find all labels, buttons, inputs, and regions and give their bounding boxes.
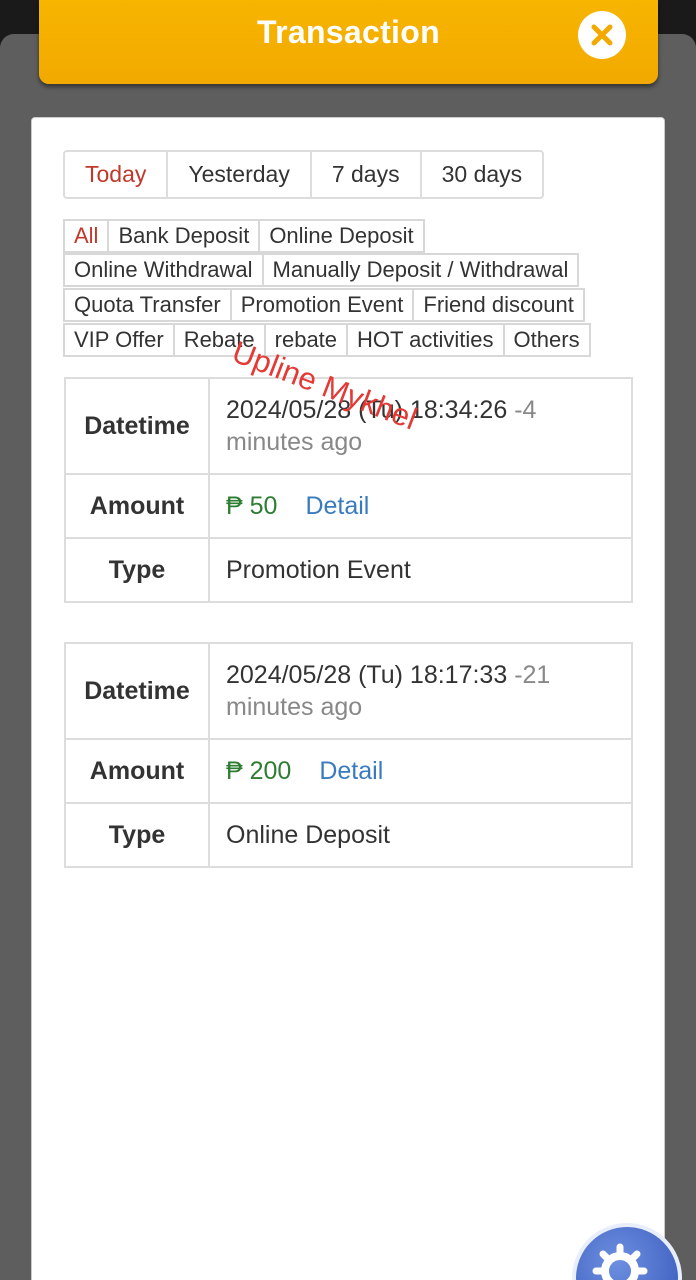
datetime-text: 2024/05/28 (Tu) 18:34:26 — [226, 396, 508, 424]
modal-header: Transaction — [39, 0, 658, 84]
datetime-label: Datetime — [64, 377, 210, 475]
filter-quota-transfer[interactable]: Quota Transfer — [63, 288, 232, 322]
modal-title: Transaction — [257, 14, 440, 50]
amount-label: Amount — [64, 738, 210, 804]
filter-online-deposit[interactable]: Online Deposit — [258, 219, 425, 253]
type-filter-row-2: Online Withdrawal Manually Deposit / Wit… — [63, 253, 580, 287]
filter-promotion-event[interactable]: Promotion Event — [229, 288, 415, 322]
amount-label: Amount — [64, 473, 210, 539]
transaction-record: Datetime 2024/05/28 (Tu) 18:17:33 -21 mi… — [64, 642, 633, 868]
type-label: Type — [64, 537, 210, 603]
filter-vip-offer[interactable]: VIP Offer — [63, 323, 175, 357]
datetime-label: Datetime — [64, 642, 210, 740]
type-value: Online Deposit — [208, 802, 633, 868]
filter-friend-discount[interactable]: Friend discount — [412, 288, 585, 322]
type-filter-row-3: Quota Transfer Promotion Event Friend di… — [63, 288, 585, 322]
detail-link[interactable]: Detail — [319, 757, 383, 785]
filter-manually-deposit-withdrawal[interactable]: Manually Deposit / Withdrawal — [261, 253, 580, 287]
type-filter-row-4: VIP Offer Rebate rebate HOT activities O… — [63, 323, 591, 357]
filter-bank-deposit[interactable]: Bank Deposit — [107, 219, 261, 253]
close-icon — [591, 24, 613, 46]
datetime-text: 2024/05/28 (Tu) 18:17:33 — [226, 661, 508, 689]
table-row: Datetime 2024/05/28 (Tu) 18:17:33 -21 mi… — [64, 642, 633, 740]
transaction-panel: Today Yesterday 7 days 30 days All Bank … — [31, 117, 665, 1280]
amount-value: ₱ 200 — [226, 757, 292, 785]
table-row: Type Online Deposit — [64, 802, 633, 868]
table-row: Amount ₱ 200 Detail — [64, 738, 633, 804]
datetime-value: 2024/05/28 (Tu) 18:34:26 -4 minutes ago — [208, 377, 633, 475]
amount-cell: ₱ 50 Detail — [208, 473, 633, 539]
close-button[interactable] — [578, 11, 626, 59]
amount-cell: ₱ 200 Detail — [208, 738, 633, 804]
gear-icon — [592, 1243, 648, 1280]
type-filter-row-1: All Bank Deposit Online Deposit — [63, 219, 425, 253]
filter-others[interactable]: Others — [502, 323, 591, 357]
filter-rebate[interactable]: Rebate — [172, 323, 266, 357]
datetime-value: 2024/05/28 (Tu) 18:17:33 -21 minutes ago — [208, 642, 633, 740]
type-label: Type — [64, 802, 210, 868]
table-row: Type Promotion Event — [64, 537, 633, 603]
filter-hot-activities[interactable]: HOT activities — [346, 323, 505, 357]
tab-today[interactable]: Today — [65, 152, 166, 197]
type-value: Promotion Event — [208, 537, 633, 603]
filter-all[interactable]: All — [63, 219, 110, 253]
table-row: Amount ₱ 50 Detail — [64, 473, 633, 539]
tab-yesterday[interactable]: Yesterday — [166, 152, 309, 197]
table-row: Datetime 2024/05/28 (Tu) 18:34:26 -4 min… — [64, 377, 633, 475]
date-range-tabs: Today Yesterday 7 days 30 days — [63, 150, 545, 199]
filter-rebate-lower[interactable]: rebate — [263, 323, 349, 357]
detail-link[interactable]: Detail — [305, 492, 369, 520]
amount-value: ₱ 50 — [226, 492, 278, 520]
filter-online-withdrawal[interactable]: Online Withdrawal — [63, 253, 264, 287]
tab-30-days[interactable]: 30 days — [419, 152, 543, 197]
transaction-record: Datetime 2024/05/28 (Tu) 18:34:26 -4 min… — [64, 377, 633, 603]
tab-7-days[interactable]: 7 days — [309, 152, 420, 197]
